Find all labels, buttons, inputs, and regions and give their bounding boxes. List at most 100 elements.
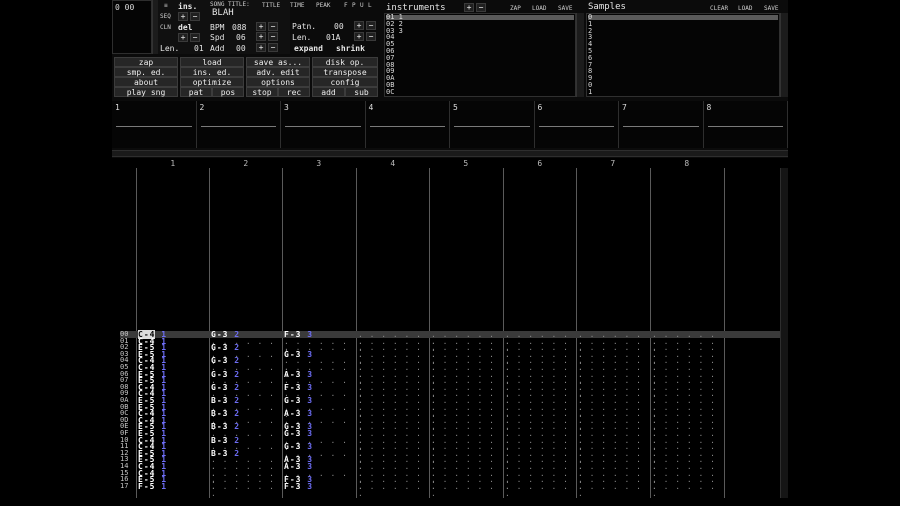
zap-button[interactable]: zap [114,57,178,67]
instruments-minus-button[interactable]: − [476,3,486,12]
position-readout: 0 00 [115,3,135,12]
bpm-plus-button[interactable]: + [256,22,266,31]
pattern-number-label: Patn. [292,22,317,31]
save-as-button[interactable]: save as... [246,57,310,67]
instrument-item[interactable]: 0C [386,88,394,95]
sub-button[interactable]: sub [345,87,378,97]
samples-clear-button[interactable]: CLEAR [710,5,728,12]
table-row[interactable]: 17 F-5 1. . . . . . . F-3 3. . . . . . .. … [120,481,724,497]
pattern-cell[interactable]: . . . . . . . [652,482,722,497]
channel-scope[interactable]: 5 [450,101,535,148]
pattern-scrollbar[interactable] [780,168,788,498]
channel-header[interactable]: 3 [282,159,356,168]
disk-op-button[interactable]: disk op. [312,57,378,67]
instrument-number: 1 [155,481,168,491]
l-button[interactable]: L [368,2,372,9]
sample-item[interactable]: 0 [588,14,778,21]
insert-label[interactable]: ins. [178,2,197,11]
seq-plus-button[interactable]: + [178,12,188,21]
instrument-list-scrollbar[interactable] [576,13,584,97]
pattern-cell[interactable]: . . . . . . . [358,482,428,497]
channel-header[interactable]: 7 [576,159,650,168]
channel-scope[interactable]: 6 [534,101,619,148]
pattern-plus-button[interactable]: + [354,21,364,30]
pattern-cell[interactable]: . . . . . . . [211,482,281,497]
display-toggles: TITLE TIME PEAK F P U L [262,0,382,10]
optimize-button[interactable]: optimize [180,77,244,87]
stop-button[interactable]: stop [246,87,278,97]
add-button[interactable]: add [312,87,345,97]
peak-button[interactable]: PEAK [316,2,330,9]
load-button[interactable]: load [180,57,244,67]
p-button[interactable]: P [352,2,356,9]
song-title[interactable]: BLAH [212,9,234,18]
cln-plus-button[interactable]: + [178,33,188,42]
title-button[interactable]: TITLE [262,2,280,9]
pattern-length-plus-button[interactable]: + [354,32,364,41]
samples-save-button[interactable]: SAVE [764,5,778,12]
channel-header[interactable]: 1 [136,159,210,168]
channel-scope[interactable]: 8 [703,101,788,148]
shrink-button[interactable]: shrink [336,44,365,53]
f-button[interactable]: F [344,2,348,9]
instruments-zap-button[interactable]: ZAP [510,5,521,12]
add-minus-button[interactable]: − [268,43,278,52]
sample-list[interactable]: 012345678901 [586,13,780,97]
add-label: Add [210,44,225,53]
cln-minus-button[interactable]: − [190,33,200,42]
instruments-load-button[interactable]: LOAD [532,5,546,12]
channel-scope[interactable]: 3 [281,101,366,148]
advanced-edit-button[interactable]: adv. edit [246,67,310,77]
add-plus-button[interactable]: + [256,43,266,52]
sample-item[interactable]: 1 [588,88,592,95]
menu-icon[interactable]: ≡ [164,2,168,9]
play-pattern-button[interactable]: pat [180,87,212,97]
sample-list-scrollbar[interactable] [780,13,788,97]
transpose-button[interactable]: transpose [312,67,378,77]
instrument-item[interactable]: 01 1 [386,14,574,21]
pattern-cell[interactable]: F-5 1 [138,481,208,491]
pattern-cell[interactable]: . . . . . . . [431,482,501,497]
channel-header[interactable]: 2 [209,159,283,168]
pattern-cell[interactable]: . . . . . . . [578,482,648,497]
play-position-button[interactable]: pos [212,87,244,97]
channel-scope[interactable]: 4 [365,101,450,148]
record-button[interactable]: rec [278,87,310,97]
bpm-label: BPM [210,23,225,32]
pattern-cell[interactable]: F-3 3 [284,482,354,490]
pattern-length-minus-button[interactable]: − [366,32,376,41]
pattern-minus-button[interactable]: − [366,21,376,30]
speed-plus-button[interactable]: + [256,32,266,41]
pattern-cell[interactable]: . . . . . . . [505,482,575,497]
sample-editor-button[interactable]: smp. ed. [114,67,178,77]
add-value: 00 [236,44,246,53]
instruments-save-button[interactable]: SAVE [558,5,572,12]
delete-label[interactable]: del [178,23,192,32]
play-song-button[interactable]: play sng [114,87,178,97]
about-button[interactable]: about [114,77,178,87]
length-value: 01 [194,44,204,53]
seq-minus-button[interactable]: − [190,12,200,21]
channel-scope[interactable]: 1 [112,101,197,148]
channel-header[interactable]: 5 [429,159,503,168]
samples-load-button[interactable]: LOAD [738,5,752,12]
scope-number: 4 [368,103,374,112]
time-button[interactable]: TIME [290,2,304,9]
u-button[interactable]: U [360,2,364,9]
instrument-list[interactable]: 01 1 02 2 03 3 04 05 06 07 08 09 0A 0B 0C [384,13,576,97]
scope-waveform [200,126,276,127]
options-button[interactable]: options [246,77,310,87]
bpm-minus-button[interactable]: − [268,22,278,31]
channel-header[interactable]: 4 [356,159,430,168]
expand-button[interactable]: expand [294,44,323,53]
speed-minus-button[interactable]: − [268,32,278,41]
instruments-plus-button[interactable]: + [464,3,474,12]
scope-scrollbar[interactable] [112,150,788,157]
channel-scope[interactable]: 7 [619,101,704,148]
instrument-editor-button[interactable]: ins. ed. [180,67,244,77]
config-button[interactable]: config [312,77,378,87]
channel-header[interactable]: 6 [503,159,577,168]
channel-scope[interactable]: 2 [196,101,281,148]
row-number: 17 [120,481,129,490]
channel-header[interactable]: 8 [650,159,724,168]
